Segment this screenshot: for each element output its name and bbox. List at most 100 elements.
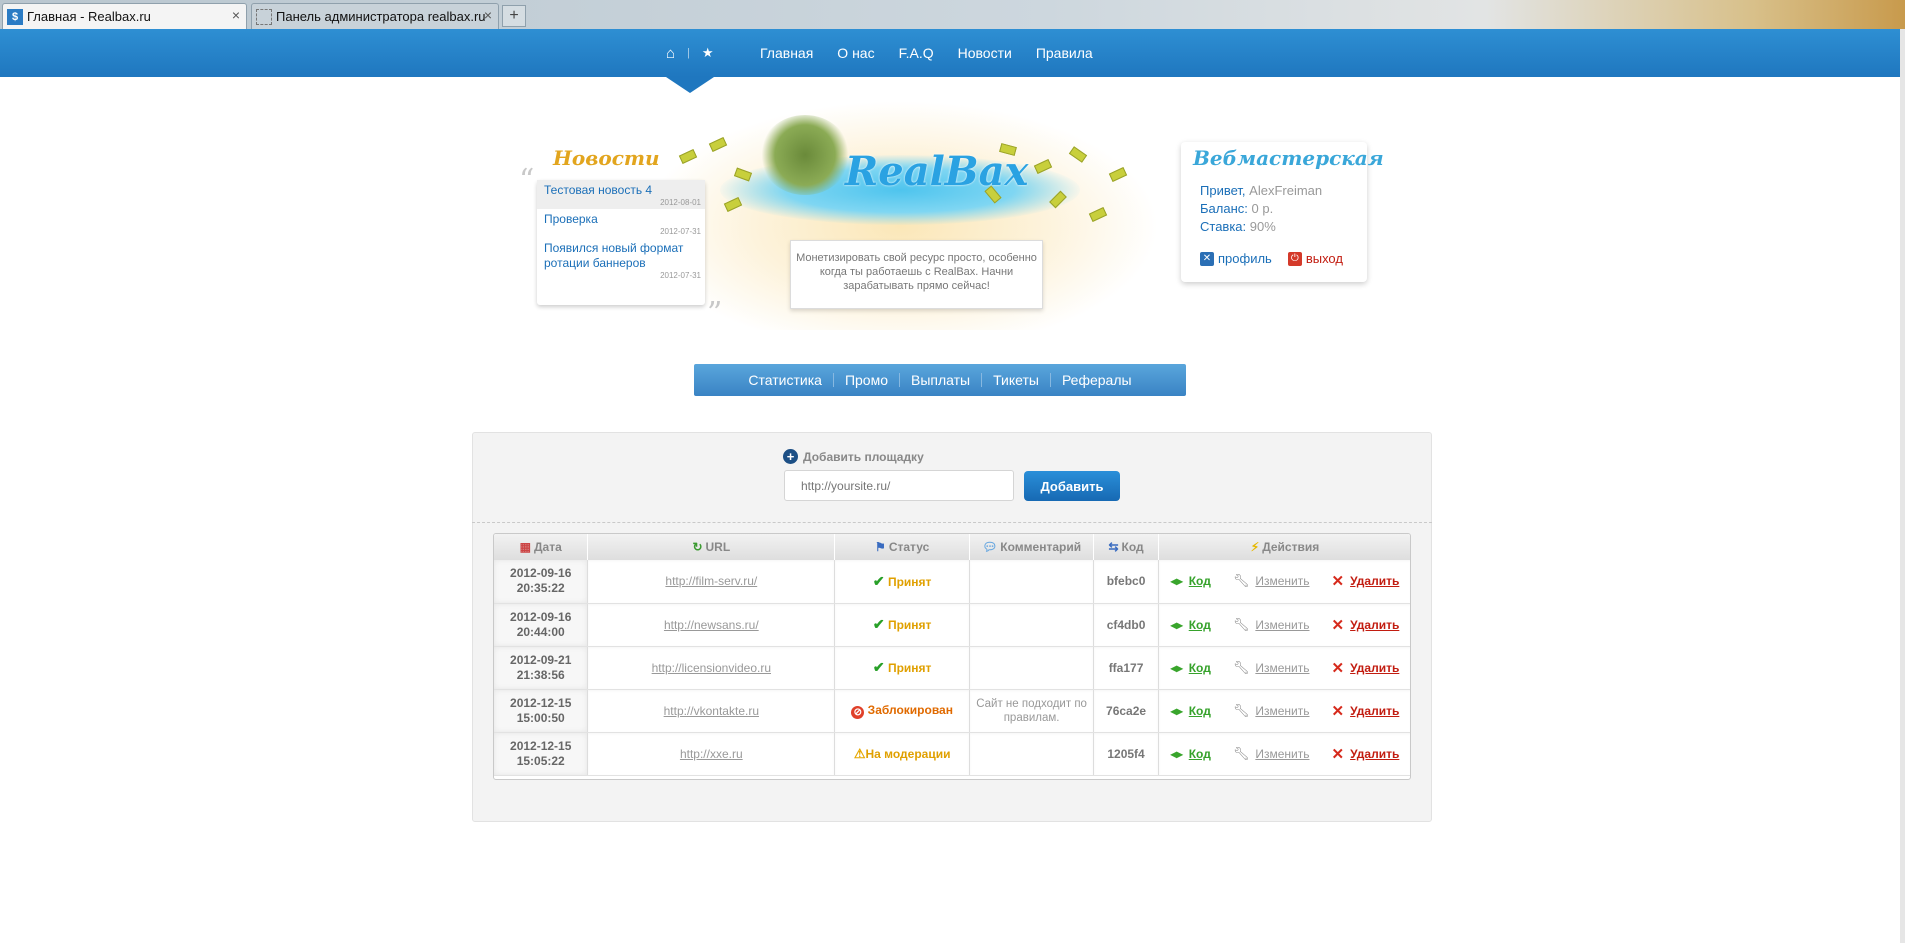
browser-tab-active[interactable]: $ Главная - Realbax.ru × <box>2 3 247 29</box>
row-code: bfebc0 <box>1093 560 1160 604</box>
site-url-link[interactable]: http://xxe.ru <box>680 747 743 761</box>
edit-link[interactable]: Изменить <box>1255 618 1309 632</box>
add-site-label: + Добавить площадку <box>783 449 924 464</box>
plus-icon: + <box>783 449 798 464</box>
logout-button[interactable]: ⏻ выход <box>1287 251 1343 266</box>
header-status[interactable]: ⚑ Статус <box>834 534 971 560</box>
site-url-link[interactable]: http://newsans.ru/ <box>664 618 759 632</box>
delete-x-icon: ✕ <box>1331 573 1345 591</box>
delete-x-icon: ✕ <box>1331 745 1345 763</box>
balance-label: Баланс: <box>1200 201 1248 216</box>
nav-link-home[interactable]: Главная <box>760 45 813 61</box>
header-url[interactable]: ↻ URL <box>587 534 836 560</box>
news-link[interactable]: Появился новый формат ротации баннеров <box>544 241 689 271</box>
status-label: Принят <box>887 574 932 589</box>
page-scrollbar[interactable] <box>1900 29 1905 943</box>
news-item: Появился новый формат ротации баннеров 2… <box>537 238 705 282</box>
row-url: http://licensionvideo.ru <box>587 646 836 690</box>
subnav-payouts[interactable]: Выплаты <box>900 372 981 388</box>
edit-link[interactable]: Изменить <box>1255 747 1309 761</box>
get-code-link[interactable]: Код <box>1189 618 1211 632</box>
browser-tab-bar: $ Главная - Realbax.ru × Панель админист… <box>0 0 1905 29</box>
edit-link[interactable]: Изменить <box>1255 661 1309 675</box>
row-comment <box>969 646 1095 690</box>
browser-tab-admin[interactable]: Панель администратора realbax.ru × <box>251 3 499 29</box>
checkmark-icon: ✔ <box>872 616 885 632</box>
nav-link-faq[interactable]: F.A.Q <box>899 45 934 61</box>
tab-title: Главная - Realbax.ru <box>27 9 151 24</box>
nav-link-news[interactable]: Новости <box>958 45 1012 61</box>
news-link[interactable]: Тестовая новость 4 <box>544 183 701 198</box>
refresh-arrow-icon: ↻ <box>692 540 703 554</box>
add-site-button[interactable]: Добавить <box>1024 471 1120 501</box>
nav-link-rules[interactable]: Правила <box>1036 45 1093 61</box>
star-icon[interactable]: ★ <box>702 45 714 61</box>
header-code[interactable]: ⇆ Код <box>1093 534 1160 560</box>
delete-link[interactable]: Удалить <box>1350 618 1399 632</box>
edit-link[interactable]: Изменить <box>1255 704 1309 718</box>
delete-link[interactable]: Удалить <box>1350 661 1399 675</box>
row-comment: Сайт не подходит по правилам. <box>969 689 1095 733</box>
header-actions: ⚡︎ Действия <box>1158 534 1410 560</box>
checkmark-icon: ✔ <box>872 572 885 589</box>
get-code-link[interactable]: Код <box>1189 574 1211 588</box>
wrench-icon: 🔧︎ <box>1232 616 1250 632</box>
subnav-referrals[interactable]: Рефералы <box>1051 372 1143 388</box>
row-actions: ◂▸ Код 🔧︎ Изменить ✕ Удалить <box>1158 732 1410 776</box>
row-date-time: 21:38:56 <box>516 667 565 682</box>
wrench-icon: 🔧︎ <box>1232 745 1250 761</box>
balance-value: 0 р. <box>1251 201 1274 216</box>
row-url: http://newsans.ru/ <box>587 603 836 647</box>
edit-link[interactable]: Изменить <box>1255 574 1309 588</box>
get-code-link[interactable]: Код <box>1189 661 1211 675</box>
speech-bubble-icon: 💬︎ <box>982 540 998 554</box>
news-date: 2012-07-31 <box>660 271 701 280</box>
code-arrows-icon: ⇆ <box>1108 540 1119 554</box>
header-date[interactable]: ▦ Дата <box>494 534 589 560</box>
subnav-promo[interactable]: Промо <box>834 372 899 388</box>
nav-link-about[interactable]: О нас <box>837 45 874 61</box>
delete-link[interactable]: Удалить <box>1350 747 1399 761</box>
row-comment <box>969 732 1095 776</box>
wrench-icon: 🔧︎ <box>1232 573 1250 589</box>
row-date-day: 2012-12-15 <box>510 738 572 753</box>
subnav-statistics[interactable]: Статистика <box>737 372 833 388</box>
subnav-tickets[interactable]: Тикеты <box>982 372 1050 388</box>
code-arrows-icon: ◂▸ <box>1170 703 1183 718</box>
table-row: 2012-09-16 20:35:22 http://film-serv.ru/ ✔ … <box>494 560 1410 604</box>
row-code: cf4db0 <box>1093 603 1160 647</box>
get-code-link[interactable]: Код <box>1189 747 1211 761</box>
header-comment[interactable]: 💬︎ Комментарий <box>969 534 1095 560</box>
dollar-favicon-icon: $ <box>7 8 23 25</box>
flag-icon: ⚑ <box>875 540 886 554</box>
close-tab-icon[interactable]: × <box>484 7 492 23</box>
table-header-row: ▦ Дата ↻ URL ⚑ Статус 💬︎ Комментарий ⇆ Код ⚡︎… <box>494 534 1410 560</box>
site-url-link[interactable]: http://vkontakte.ru <box>664 704 759 718</box>
site-url-link[interactable]: http://licensionvideo.ru <box>652 661 771 675</box>
close-tab-icon[interactable]: × <box>232 7 240 23</box>
delete-link[interactable]: Удалить <box>1350 704 1399 718</box>
new-tab-button[interactable]: + <box>502 5 526 27</box>
news-link[interactable]: Проверка <box>544 212 701 227</box>
row-comment <box>969 603 1095 647</box>
row-date-time: 20:44:00 <box>516 624 565 639</box>
delete-link[interactable]: Удалить <box>1350 574 1399 588</box>
balance-row: Баланс: 0 р. <box>1200 201 1273 216</box>
profile-button[interactable]: ✕ профиль <box>1200 251 1272 266</box>
delete-x-icon: ✕ <box>1331 659 1345 677</box>
get-code-link[interactable]: Код <box>1189 704 1211 718</box>
wrench-icon: 🔧︎ <box>1232 702 1250 718</box>
site-url-input[interactable] <box>784 470 1014 501</box>
news-item: Проверка 2012-07-31 <box>537 209 705 238</box>
row-code: 76ca2e <box>1093 689 1160 733</box>
row-url: http://film-serv.ru/ <box>587 560 836 604</box>
site-url-link[interactable]: http://film-serv.ru/ <box>665 574 757 588</box>
row-url: http://vkontakte.ru <box>587 689 836 733</box>
greeting-row: Привет, AlexFreiman <box>1200 183 1322 198</box>
row-status: ✔ Принят <box>834 646 971 690</box>
home-icon[interactable]: ⌂ <box>666 45 675 62</box>
webmaster-title: Вебмастерская <box>1193 146 1384 170</box>
dashed-divider <box>472 522 1432 523</box>
status-label: На модерации <box>865 746 951 761</box>
code-arrows-icon: ◂▸ <box>1170 617 1183 632</box>
